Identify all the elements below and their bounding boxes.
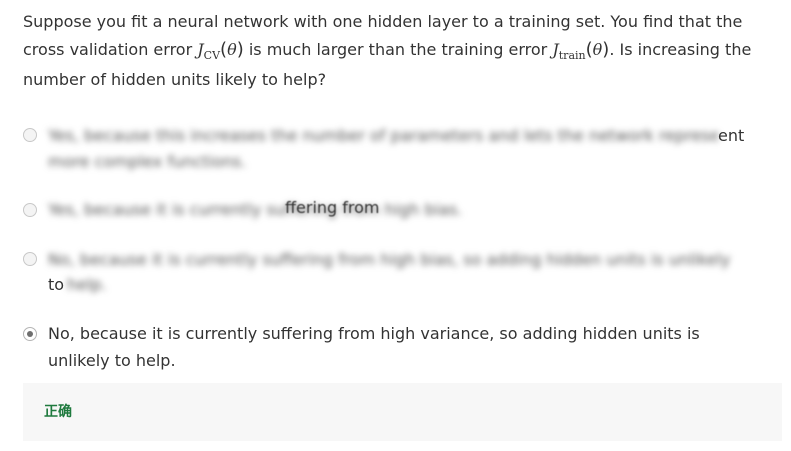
- option-3-visible-head: to: [48, 275, 65, 294]
- feedback-correct-label: 正确: [44, 404, 72, 420]
- option-1-line-1: Yes, because this increases the number o…: [48, 126, 718, 145]
- option-2-visible-fragment: ffering from: [285, 198, 380, 217]
- option-1-visible-tail: ent: [718, 126, 745, 145]
- option-4-text: No, because it is currently suffering fr…: [48, 324, 700, 370]
- radio-button-1[interactable]: [23, 128, 37, 142]
- radio-button-3[interactable]: [23, 252, 37, 266]
- jcv-symbol: J: [197, 40, 204, 59]
- option-3-line-1: No, because it is currently suffering fr…: [48, 250, 731, 269]
- radio-button-2[interactable]: [23, 203, 37, 217]
- jcv-subscript: CV: [203, 49, 221, 62]
- jtrain-subscript: train: [558, 49, 586, 62]
- option-3-line-2: help.: [67, 275, 107, 294]
- radio-button-4-selected[interactable]: [23, 327, 37, 341]
- jtrain-symbol: J: [552, 40, 559, 59]
- theta-1: θ: [227, 40, 237, 59]
- feedback-panel: 正确: [23, 383, 782, 441]
- option-1-line-2: more complex functions.: [48, 152, 247, 171]
- question-part-2: is much larger than the training error: [243, 40, 553, 59]
- question-text: Suppose you fit a neural network with on…: [23, 12, 752, 89]
- theta-2: θ: [592, 40, 603, 59]
- option-2-line-1: Yes, because it is currently suffering f…: [48, 200, 463, 219]
